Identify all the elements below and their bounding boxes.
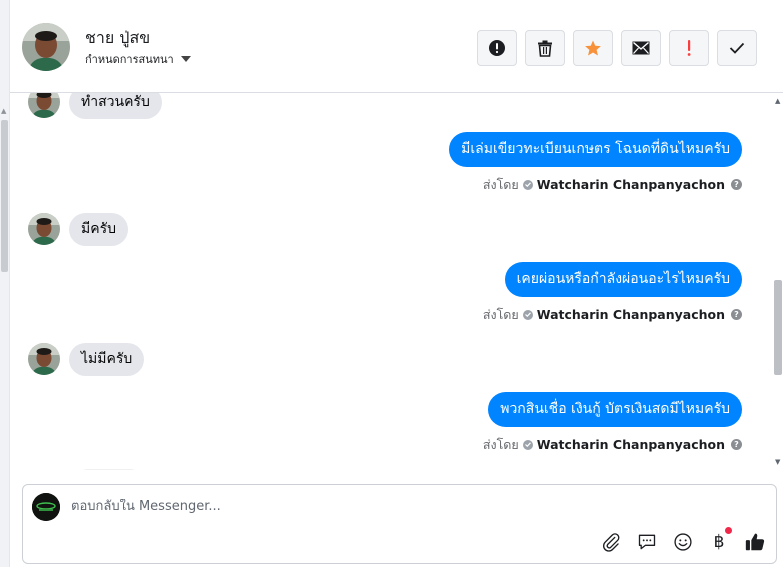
contact-name: ชาย ปู่สข [85, 28, 151, 47]
outgoing-message-bubble: มีเล่มเขียวทะเบียนเกษตร โฉนดที่ดินไหมครั… [449, 132, 742, 167]
message-row-incoming: ทำสวนครับ [28, 93, 162, 119]
star-button[interactable] [573, 30, 613, 66]
partial-message-bubble [76, 469, 142, 470]
verified-check-icon [522, 439, 533, 450]
header-actions [477, 30, 757, 66]
help-icon[interactable]: ? [731, 439, 742, 451]
conversation-header: ชาย ปู่สข กำหนดการสนทนา [10, 0, 783, 93]
checkmark-icon [729, 42, 745, 54]
emoji-button[interactable] [672, 531, 694, 553]
composer-toolbar: ฿ [600, 527, 766, 553]
mark-unread-button[interactable] [621, 30, 661, 66]
sent-by-label: ส่งโดย [482, 306, 519, 322]
incoming-message-bubble: มีครับ [69, 213, 128, 246]
left-scroll-thumb[interactable] [1, 120, 8, 272]
contact-avatar-small[interactable] [28, 343, 60, 376]
emoji-icon [674, 533, 692, 551]
mark-done-button[interactable] [717, 30, 757, 66]
sent-by-line: ส่งโดย Watcharin Chanpanyachon ? [483, 175, 742, 195]
message-row-incoming: มีครับ [28, 213, 128, 246]
sent-by-line: ส่งโดย Watcharin Chanpanyachon ? [483, 435, 742, 455]
contact-avatar-small[interactable] [28, 93, 60, 119]
caret-down-icon [180, 56, 191, 62]
baht-icon: ฿ [713, 532, 725, 552]
inbox-conversation: ▲ ชาย ปู่สข กำหนดการสนทนา ทำสวนครับ มีเล… [0, 0, 783, 567]
paperclip-icon [603, 533, 620, 552]
incoming-message-bubble: ทำสวนครับ [69, 93, 162, 119]
reply-input[interactable] [71, 499, 571, 514]
attach-button[interactable] [600, 531, 622, 553]
left-panel-scrollbar[interactable]: ▲ [0, 0, 10, 567]
mark-spam-button[interactable] [477, 30, 517, 66]
message-row-outgoing: เคยผ่อนหรือกำลังผ่อนอะไรไหมครับ ส่งโดย W… [483, 262, 742, 325]
scroll-up-arrow-icon[interactable]: ▲ [1, 108, 6, 115]
message-thread[interactable]: ทำสวนครับ มีเล่มเขียวทะเบียนเกษตร โฉนดที… [10, 93, 773, 470]
envelope-icon [632, 41, 650, 55]
thread-scroll-thumb[interactable] [774, 280, 782, 375]
contact-avatar[interactable] [22, 23, 70, 71]
page-avatar [32, 493, 60, 521]
message-row-incoming: ไม่มีครับ [28, 343, 145, 376]
star-icon [585, 40, 601, 56]
payment-button[interactable]: ฿ [708, 527, 732, 553]
exclamation-circle-icon [489, 40, 505, 56]
saved-reply-icon [638, 534, 656, 550]
verified-check-icon [522, 179, 533, 190]
delete-button[interactable] [525, 30, 565, 66]
assign-label: กำหนดการสนทนา [85, 53, 174, 66]
notification-dot [725, 527, 732, 534]
sent-by-label: ส่งโดย [482, 176, 519, 192]
outgoing-message-bubble: เคยผ่อนหรือกำลังผ่อนอะไรไหมครับ [504, 262, 742, 297]
scroll-down-arrow-icon[interactable]: ▼ [775, 458, 780, 466]
trash-icon [538, 40, 552, 57]
follow-up-button[interactable] [669, 30, 709, 66]
incoming-message-bubble: ไม่มีครับ [69, 343, 145, 376]
sent-by-line: ส่งโดย Watcharin Chanpanyachon ? [483, 305, 742, 325]
exclamation-icon [687, 40, 691, 56]
thread-scrollbar[interactable]: ▲ ▼ [773, 93, 783, 470]
like-button[interactable] [744, 531, 766, 553]
agent-name: Watcharin Chanpanyachon [536, 177, 725, 193]
verified-check-icon [522, 309, 533, 320]
reply-composer: ฿ [22, 484, 777, 564]
help-icon[interactable]: ? [731, 309, 742, 321]
message-row-outgoing: พวกสินเชื่อ เงินกู้ บัตรเงินสดมีไหมครับ … [483, 392, 742, 455]
assign-conversation-dropdown[interactable]: กำหนดการสนทนา [85, 50, 191, 68]
saved-replies-button[interactable] [636, 531, 658, 553]
scroll-up-arrow-icon[interactable]: ▲ [775, 97, 780, 105]
outgoing-message-bubble: พวกสินเชื่อ เงินกู้ บัตรเงินสดมีไหมครับ [488, 392, 742, 427]
message-row-outgoing: มีเล่มเขียวทะเบียนเกษตร โฉนดที่ดินไหมครั… [449, 132, 742, 195]
sent-by-label: ส่งโดย [482, 436, 519, 452]
help-icon[interactable]: ? [731, 179, 742, 191]
agent-name: Watcharin Chanpanyachon [536, 307, 725, 323]
contact-avatar-small[interactable] [28, 213, 60, 246]
agent-name: Watcharin Chanpanyachon [536, 437, 725, 453]
thumbs-up-icon [745, 533, 765, 551]
